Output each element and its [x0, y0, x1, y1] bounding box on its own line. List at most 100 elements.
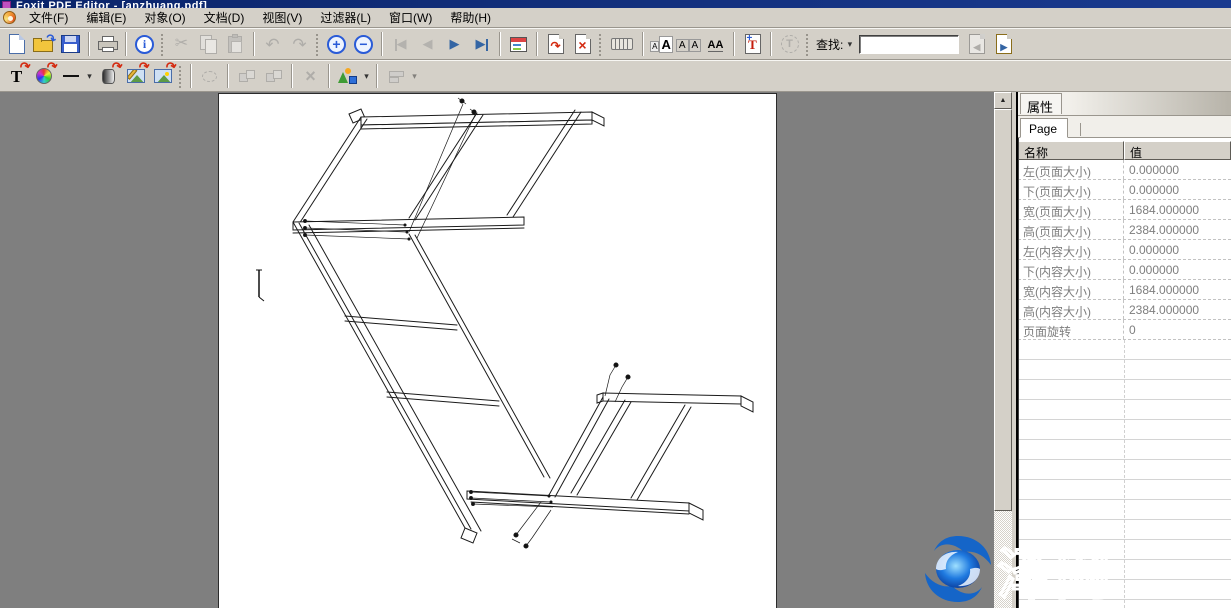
font-size-button[interactable]: AA [675, 31, 702, 58]
line-icon [63, 75, 79, 77]
previous-page-icon: ◀ [423, 36, 433, 52]
menu-item[interactable]: 视图(V) [253, 7, 311, 28]
property-row[interactable]: 左(内容大小) 0.000000 [1018, 240, 1231, 260]
delete-page-icon: × [575, 34, 591, 54]
undo-button[interactable]: ↶ [259, 31, 286, 58]
find-input[interactable] [859, 35, 959, 54]
scrollbar-thumb[interactable] [994, 109, 1012, 511]
align-button[interactable] [382, 63, 409, 90]
insert-text-button[interactable]: + T [739, 31, 766, 58]
menu-item[interactable]: 文档(D) [195, 7, 254, 28]
shapes-caret[interactable]: ▾ [361, 63, 372, 90]
toolbar-grip[interactable] [805, 33, 809, 56]
property-name: 左(页面大小) [1018, 160, 1124, 179]
property-row[interactable]: 宽(内容大小) 1684.000000 [1018, 280, 1231, 300]
group-forward-icon [266, 69, 282, 83]
menu-item[interactable]: 帮助(H) [441, 7, 500, 28]
property-value[interactable]: 2384.000000 [1124, 220, 1231, 239]
lasso-select-button[interactable] [196, 63, 223, 90]
property-row[interactable]: 下(内容大小) 0.000000 [1018, 260, 1231, 280]
char-spacing-button[interactable]: AA [702, 31, 729, 58]
menu-item[interactable]: 对象(O) [135, 7, 194, 28]
property-row[interactable]: 宽(页面大小) 1684.000000 [1018, 200, 1231, 220]
font-style-button[interactable]: AA [648, 31, 675, 58]
property-row[interactable]: 下(页面大小) 0.000000 [1018, 180, 1231, 200]
new-document-button[interactable] [3, 31, 30, 58]
delete-page-button[interactable]: × [569, 31, 596, 58]
redo-icon: ↷ [292, 36, 306, 53]
text-tool-button[interactable]: T [776, 31, 803, 58]
property-name: 高(内容大小) [1018, 300, 1124, 319]
toolbar-grip[interactable] [598, 33, 602, 56]
separator [642, 32, 644, 56]
page-layout-button[interactable] [505, 31, 532, 58]
toolbar-grip[interactable] [160, 33, 164, 56]
print-icon [98, 36, 118, 52]
first-page-button[interactable]: ◀ [387, 31, 414, 58]
menu-item[interactable]: 过滤器(L) [311, 7, 380, 28]
undo-icon: ↶ [265, 36, 279, 53]
property-row[interactable]: 页面旋转 0 [1018, 320, 1231, 340]
add-image-button[interactable]: ↷ [149, 63, 176, 90]
redo-button[interactable]: ↷ [286, 31, 313, 58]
line-tool-caret[interactable]: ▾ [84, 63, 95, 90]
column-header-name[interactable]: 名称 [1018, 141, 1124, 160]
keyboard-button[interactable] [606, 31, 638, 58]
column-header-value[interactable]: 值 [1124, 141, 1231, 160]
line-tool-button[interactable] [57, 63, 84, 90]
find-next-button[interactable]: ▶ [990, 31, 1017, 58]
last-page-button[interactable]: ▶ [468, 31, 495, 58]
separator [291, 64, 293, 88]
property-value[interactable]: 0 [1124, 320, 1231, 339]
zoom-in-button[interactable]: + [323, 31, 350, 58]
paste-button[interactable] [222, 31, 249, 58]
zoom-out-button[interactable]: − [350, 31, 377, 58]
property-value[interactable]: 0.000000 [1124, 240, 1231, 259]
align-caret[interactable]: ▾ [409, 63, 420, 90]
edit-image-button[interactable]: ↷ [122, 63, 149, 90]
open-button[interactable]: ↷ [30, 31, 57, 58]
separator [190, 64, 192, 88]
toolbar-grip[interactable] [315, 33, 319, 56]
scroll-up-button[interactable]: ▲ [994, 92, 1012, 109]
property-value[interactable]: 1684.000000 [1124, 280, 1231, 299]
rotate-page-button[interactable]: ↷ [542, 31, 569, 58]
page-layout-icon [510, 37, 527, 52]
property-row[interactable]: 高(内容大小) 2384.000000 [1018, 300, 1231, 320]
cut-button[interactable]: ✂ [168, 31, 195, 58]
add-shading-button[interactable]: ↷ [95, 63, 122, 90]
copy-icon [200, 35, 218, 53]
delete-object-button[interactable]: × [297, 63, 324, 90]
find-dropdown-caret[interactable]: ▾ [844, 31, 855, 58]
separator [125, 32, 127, 56]
menu-item[interactable]: 编辑(E) [77, 7, 135, 28]
copy-button[interactable] [195, 31, 222, 58]
property-value[interactable]: 0.000000 [1124, 160, 1231, 179]
save-button[interactable] [57, 31, 84, 58]
find-label: 查找: [816, 36, 843, 53]
group-forward-button[interactable] [260, 63, 287, 90]
print-button[interactable] [94, 31, 121, 58]
group-back-button[interactable] [233, 63, 260, 90]
property-row[interactable]: 高(页面大小) 2384.000000 [1018, 220, 1231, 240]
toolbar-grip[interactable] [178, 65, 182, 88]
find-previous-button[interactable]: ◀ [963, 31, 990, 58]
previous-page-button[interactable]: ◀ [414, 31, 441, 58]
add-color-object-button[interactable]: ↷ [30, 63, 57, 90]
pdf-page[interactable] [218, 93, 777, 608]
property-value[interactable]: 1684.000000 [1124, 200, 1231, 219]
shapes-button[interactable] [334, 63, 361, 90]
document-info-button[interactable]: i [131, 31, 158, 58]
next-page-button[interactable]: ▶ [441, 31, 468, 58]
tab-page[interactable]: Page [1020, 118, 1068, 138]
menu-item[interactable]: 文件(F) [20, 7, 77, 28]
property-row[interactable]: 左(页面大小) 0.000000 [1018, 160, 1231, 180]
separator [381, 32, 383, 56]
property-value[interactable]: 0.000000 [1124, 260, 1231, 279]
add-text-object-button[interactable]: T ↷ [3, 63, 30, 90]
property-value[interactable]: 2384.000000 [1124, 300, 1231, 319]
app-icon [2, 1, 11, 8]
menu-item[interactable]: 窗口(W) [380, 7, 441, 28]
circled-t-icon: T [781, 35, 799, 53]
property-value[interactable]: 0.000000 [1124, 180, 1231, 199]
